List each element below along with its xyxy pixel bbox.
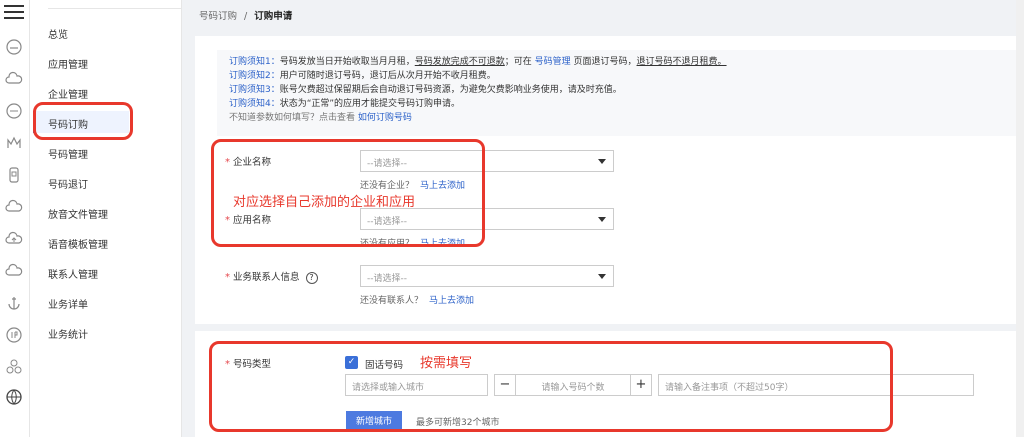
number-management-link[interactable]: 号码管理 bbox=[535, 57, 571, 67]
contact-hint: 还没有联系人？ 马上去添加 bbox=[360, 293, 474, 306]
sidebar-item-audio-files[interactable]: 放音文件管理 bbox=[48, 206, 108, 221]
breadcrumb-current: 订购申请 bbox=[254, 11, 293, 22]
sidebar-item-enterprise-management[interactable]: 企业管理 bbox=[48, 86, 88, 101]
phone-icon[interactable] bbox=[5, 166, 23, 184]
cluster-icon[interactable] bbox=[5, 358, 23, 376]
notice-line-1: 订购须知1：号码发放当日开始收取当月月租，号码发放完成不可退款；可在 号码管理 … bbox=[229, 55, 1011, 69]
breadcrumb-separator: / bbox=[244, 11, 248, 22]
notice-text: 账号欠费超过保留期后会自动退订号码资源，为避免欠费影响业务使用，请及时充值。 bbox=[279, 85, 622, 95]
annotation-box-number-type bbox=[209, 341, 893, 432]
notice-text: 用户可随时退订号码，退订后从次月开始不收月租费。 bbox=[279, 71, 496, 81]
cloud-upload-icon[interactable] bbox=[5, 230, 23, 248]
notice-text: 页面退订号码， bbox=[570, 57, 637, 67]
chevron-down-icon bbox=[598, 217, 606, 222]
cloud-outline-icon[interactable] bbox=[5, 198, 23, 216]
notice-line-4: 订购须知4：状态为“正常”的应用才能提交号码订购申请。 bbox=[229, 97, 1011, 111]
notice-key: 订购须知1： bbox=[229, 57, 280, 67]
tip-text: 不知道参数如何填写？点击查看 bbox=[229, 113, 356, 123]
sidebar-item-app-management[interactable]: 应用管理 bbox=[48, 56, 88, 71]
anchor-icon[interactable] bbox=[5, 294, 23, 312]
how-to-order-link[interactable]: 如何订购号码 bbox=[358, 113, 412, 123]
annotation-box-sidebar bbox=[33, 102, 133, 140]
notice-text: 状态为“正常”的应用才能提交号码订购申请。 bbox=[279, 99, 461, 109]
divider bbox=[48, 8, 182, 9]
contact-select[interactable]: --请选择-- bbox=[360, 265, 614, 287]
icon-rail bbox=[0, 0, 30, 437]
breadcrumb-parent[interactable]: 号码订购 bbox=[199, 11, 237, 22]
contact-select-value: --请选择-- bbox=[367, 274, 407, 284]
chevron-down-icon bbox=[598, 274, 606, 279]
chevron-down-icon bbox=[598, 159, 606, 164]
sidebar: 总览 应用管理 企业管理 号码订购 号码管理 号码退订 放音文件管理 语音模板管… bbox=[30, 0, 182, 437]
notice-line-2: 订购须知2：用户可随时退订号码，退订后从次月开始不收月租费。 bbox=[229, 69, 1011, 83]
globe-icon[interactable] bbox=[5, 388, 23, 406]
contact-row: * 业务联系人信息? --请选择-- 还没有联系人？ 马上去添加 bbox=[225, 265, 625, 306]
menu-icon[interactable] bbox=[4, 5, 24, 19]
notice-key: 订购须知4： bbox=[229, 99, 280, 109]
notice-emphasis: 退订号码不退月租费。 bbox=[636, 57, 727, 67]
help-icon[interactable]: ? bbox=[305, 272, 318, 284]
breadcrumb: 号码订购 / 订购申请 bbox=[199, 8, 292, 22]
notice-text: ；可在 bbox=[504, 57, 535, 67]
add-contact-link[interactable]: 马上去添加 bbox=[429, 296, 474, 306]
contact-label-text: 业务联系人信息 bbox=[233, 272, 300, 283]
sidebar-item-business-stats[interactable]: 业务统计 bbox=[48, 326, 88, 341]
ip-icon[interactable] bbox=[5, 326, 23, 344]
notice-tip: 不知道参数如何填写？点击查看 如何订购号码 bbox=[229, 111, 1011, 125]
storage-icon[interactable] bbox=[5, 102, 23, 120]
sidebar-item-number-management[interactable]: 号码管理 bbox=[48, 146, 88, 161]
contact-label: * 业务联系人信息? bbox=[225, 269, 318, 284]
network-icon[interactable] bbox=[5, 134, 23, 152]
sidebar-item-number-unsubscribe[interactable]: 号码退订 bbox=[48, 176, 88, 191]
notice-text: 号码发放当日开始收取当月月租， bbox=[279, 57, 415, 67]
notice-line-3: 订购须知3：账号欠费超过保留期后会自动退订号码资源，为避免欠费影响业务使用，请及… bbox=[229, 83, 1011, 97]
order-notice: 订购须知1：号码发放当日开始收取当月月租，号码发放完成不可退款；可在 号码管理 … bbox=[217, 50, 1023, 136]
sidebar-item-contacts[interactable]: 联系人管理 bbox=[48, 266, 98, 281]
notice-key: 订购须知3： bbox=[229, 85, 280, 95]
cloud-icon[interactable] bbox=[5, 70, 23, 88]
notice-emphasis: 号码发放完成不可退款 bbox=[414, 57, 505, 67]
cloud-service-icon[interactable] bbox=[5, 38, 23, 56]
sidebar-item-business-details[interactable]: 业务详单 bbox=[48, 296, 88, 311]
scrollbar[interactable] bbox=[1016, 0, 1024, 437]
annotation-text-1: 对应选择自己添加的企业和应用 bbox=[233, 195, 416, 210]
sidebar-item-overview[interactable]: 总览 bbox=[48, 26, 68, 41]
cloud-sync-icon[interactable] bbox=[5, 262, 23, 280]
notice-key: 订购须知2： bbox=[229, 71, 280, 81]
sidebar-item-voice-templates[interactable]: 语音模板管理 bbox=[48, 236, 108, 251]
hint-text: 还没有联系人？ bbox=[360, 296, 424, 306]
